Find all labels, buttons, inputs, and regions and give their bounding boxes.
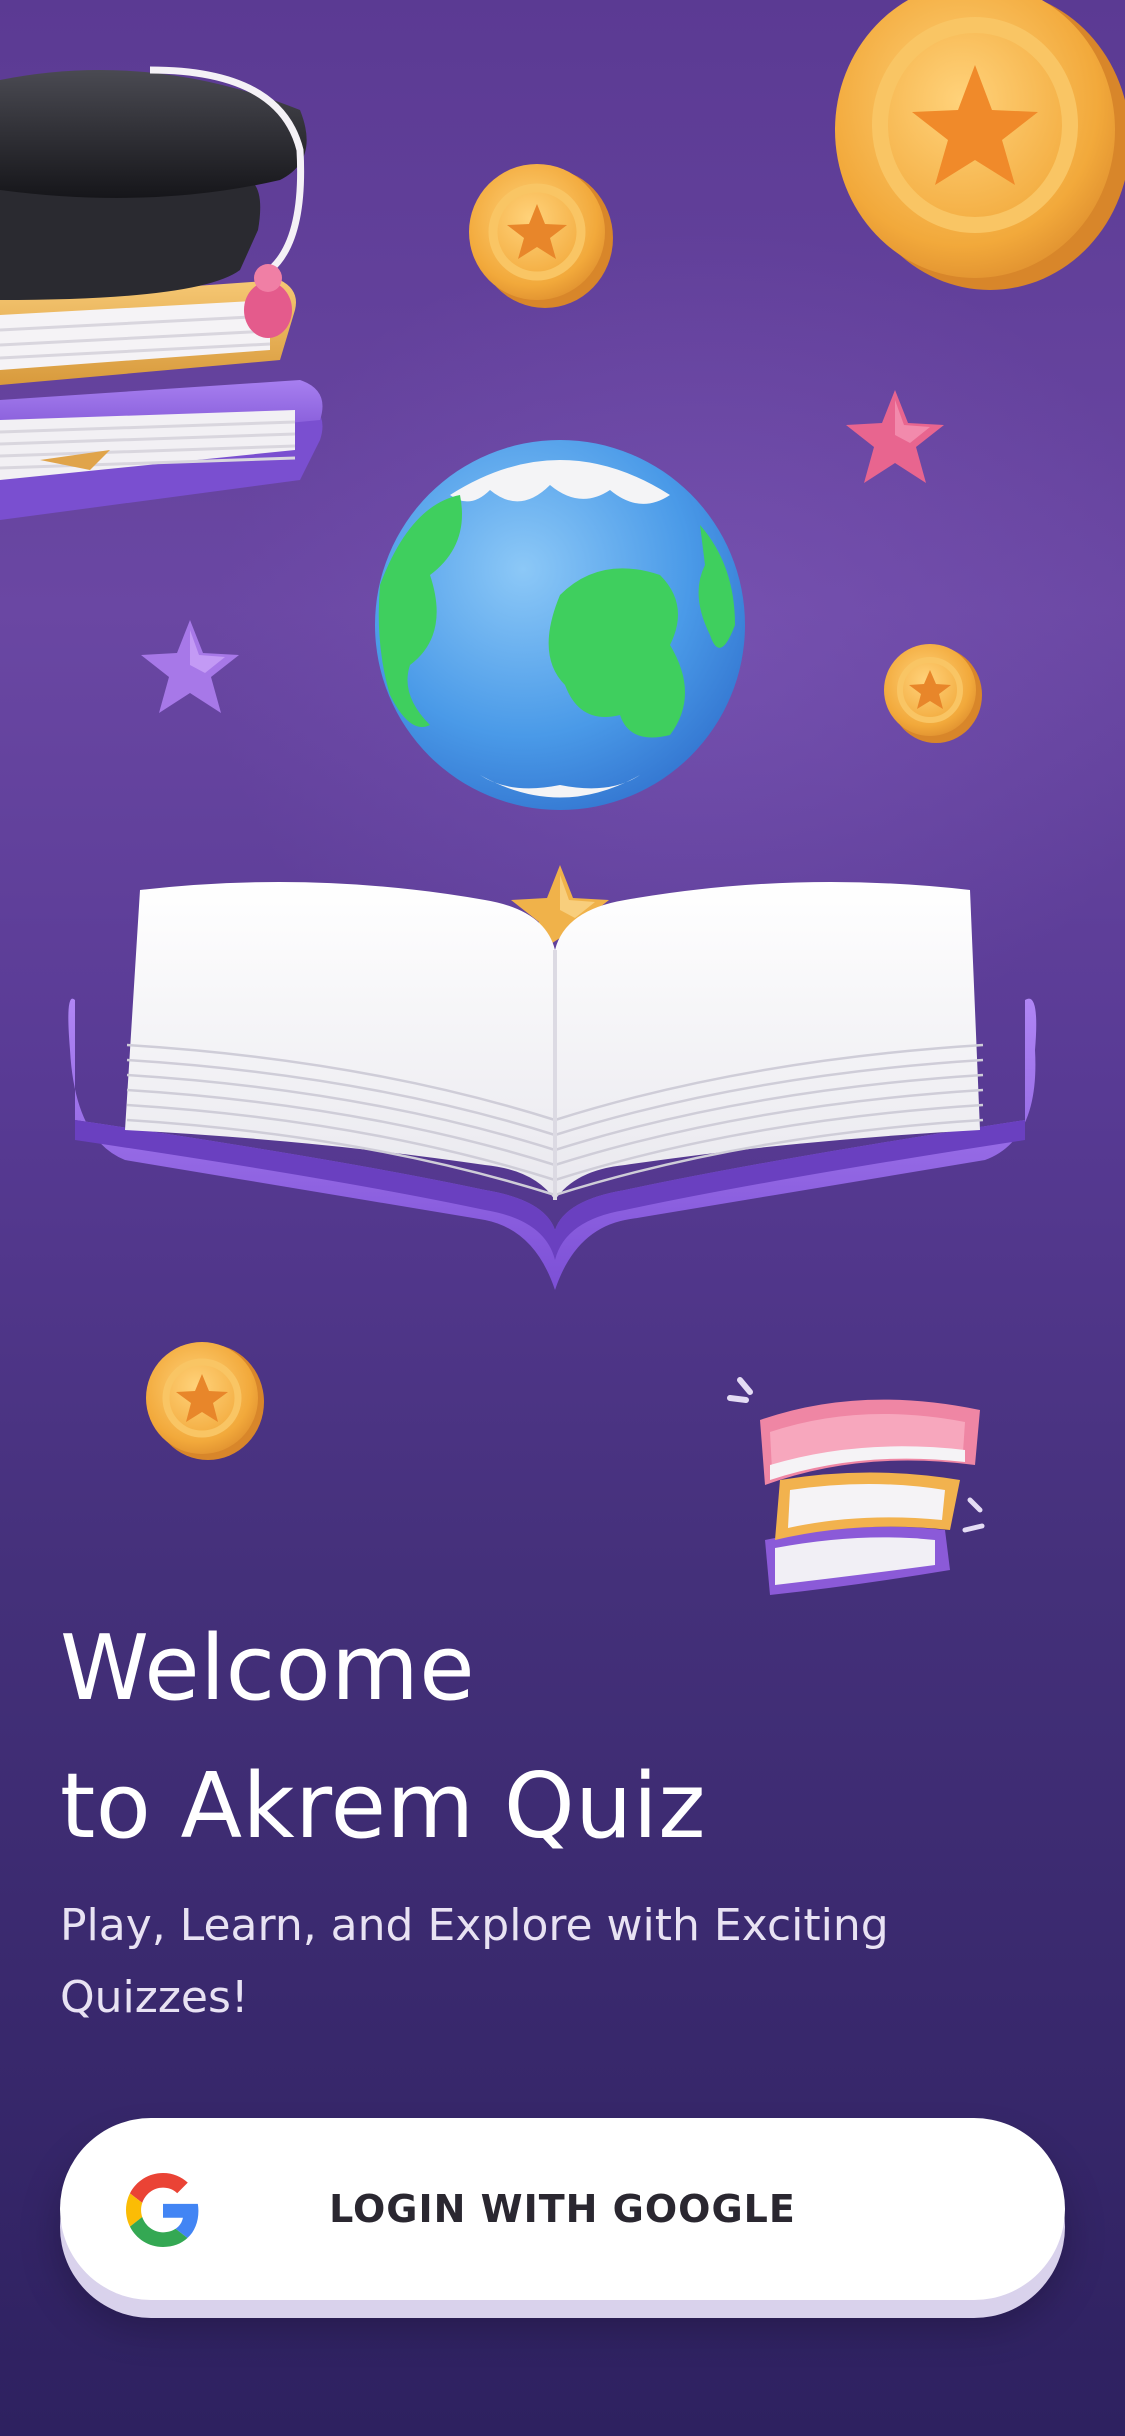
welcome-title-line-2: to Akrem Quiz [60, 1754, 706, 1859]
large-star-coin-icon [835, 0, 1125, 290]
login-with-google-label: LOGIN WITH GOOGLE [329, 2187, 796, 2231]
welcome-screen: Welcome to Akrem Quiz Play, Learn, and E… [0, 0, 1125, 2436]
graduation-cap-on-books-icon [0, 66, 323, 520]
login-with-google-button[interactable]: LOGIN WITH GOOGLE [60, 2118, 1065, 2300]
globe-icon [375, 440, 745, 810]
welcome-title-line-1: Welcome [60, 1616, 476, 1721]
small-star-coin-icon [884, 644, 982, 743]
open-book-icon [68, 882, 1037, 1290]
pink-star-icon [846, 390, 944, 483]
purple-star-icon [141, 620, 239, 713]
welcome-title: Welcome to Akrem Quiz [60, 1600, 1060, 1876]
stacked-books-icon [727, 1377, 985, 1595]
star-coin-icon [469, 164, 613, 308]
bottom-star-coin-icon [146, 1342, 264, 1460]
welcome-subtitle: Play, Learn, and Explore with Exciting Q… [60, 1900, 889, 2023]
